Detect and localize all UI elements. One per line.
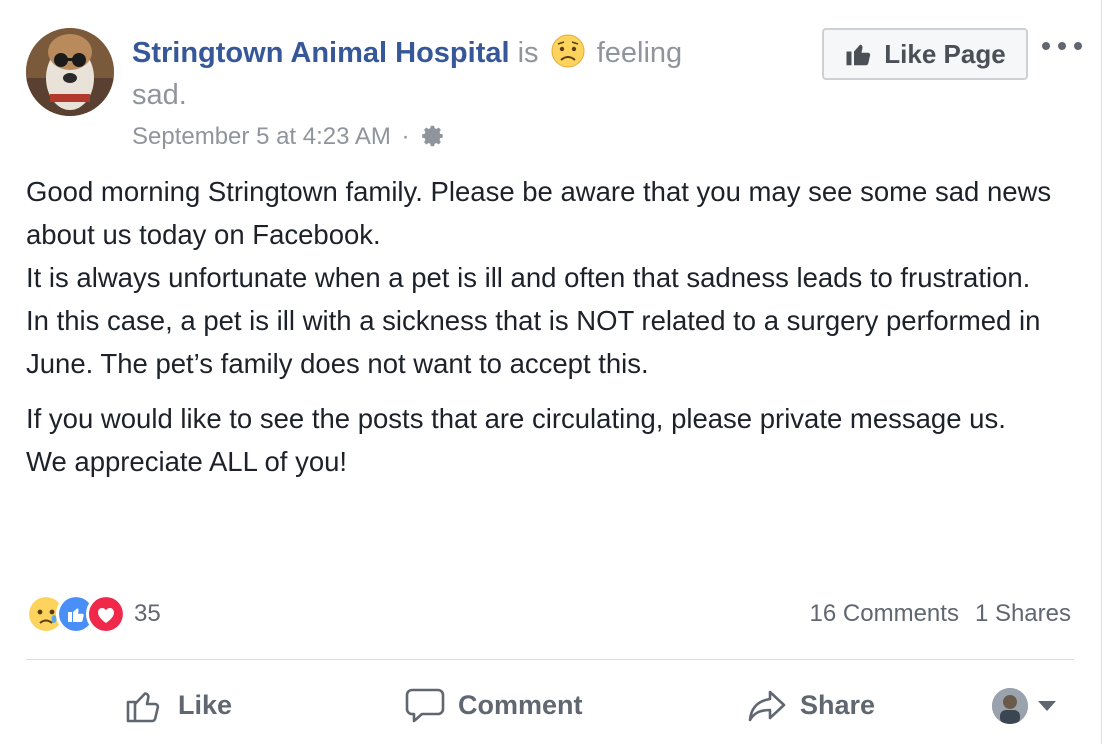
comment-bubble-icon (405, 688, 445, 723)
like-label: Like (178, 689, 233, 720)
sad-feeling-icon (551, 34, 585, 68)
user-avatar (992, 688, 1028, 724)
more-options-icon[interactable] (1042, 36, 1082, 56)
meta-separator: · (401, 123, 410, 150)
share-arrow-icon (748, 690, 786, 722)
comment-button[interactable]: Comment (404, 680, 583, 730)
share-button[interactable]: Share (746, 680, 875, 730)
post-line: We appreciate ALL of you! (26, 446, 348, 477)
reaction-summary[interactable]: 35 (26, 594, 161, 634)
post-paragraph-1: Good morning Stringtown family. Please b… (26, 170, 1086, 385)
shares-count-link[interactable]: 1 Shares (975, 600, 1071, 627)
post-paragraph-2: If you would like to see the posts that … (26, 397, 1086, 483)
engagement-stats: 16 Comments 1 Shares (810, 596, 1071, 632)
post-as-selector[interactable] (992, 688, 1056, 724)
dog-avatar-image (26, 28, 114, 116)
love-reaction-icon (86, 594, 126, 634)
thumbs-up-icon (846, 44, 871, 66)
post-meta: September 5 at 4:23 AM · (132, 120, 446, 154)
is-text: is (517, 37, 539, 69)
chevron-down-icon (1038, 701, 1056, 711)
like-page-label: Like Page (884, 38, 1006, 69)
post-line: Good morning Stringtown family. Please b… (26, 176, 1052, 250)
post-line: It is always unfortunate when a pet is i… (26, 262, 1031, 293)
post-header: Stringtown Animal Hospital is feeling sa… (132, 32, 732, 116)
gear-icon[interactable] (420, 123, 446, 149)
comment-label: Comment (458, 689, 583, 720)
post-card: Stringtown Animal Hospital is feeling sa… (0, 0, 1102, 744)
post-line: If you would like to see the posts that … (26, 403, 1006, 434)
reaction-count[interactable]: 35 (134, 600, 161, 628)
divider (26, 659, 1074, 660)
page-avatar[interactable] (26, 28, 114, 116)
post-body: Good morning Stringtown family. Please b… (26, 170, 1086, 483)
page-name-link[interactable]: Stringtown Animal Hospital (132, 37, 510, 69)
like-page-button[interactable]: Like Page (822, 28, 1028, 80)
like-button[interactable]: Like (124, 680, 232, 730)
post-timestamp[interactable]: September 5 at 4:23 AM (132, 123, 391, 150)
post-line: In this case, a pet is ill with a sickne… (26, 305, 1041, 379)
comments-count-link[interactable]: 16 Comments (810, 600, 959, 627)
share-label: Share (800, 689, 876, 720)
thumbs-up-outline-icon (126, 692, 160, 723)
